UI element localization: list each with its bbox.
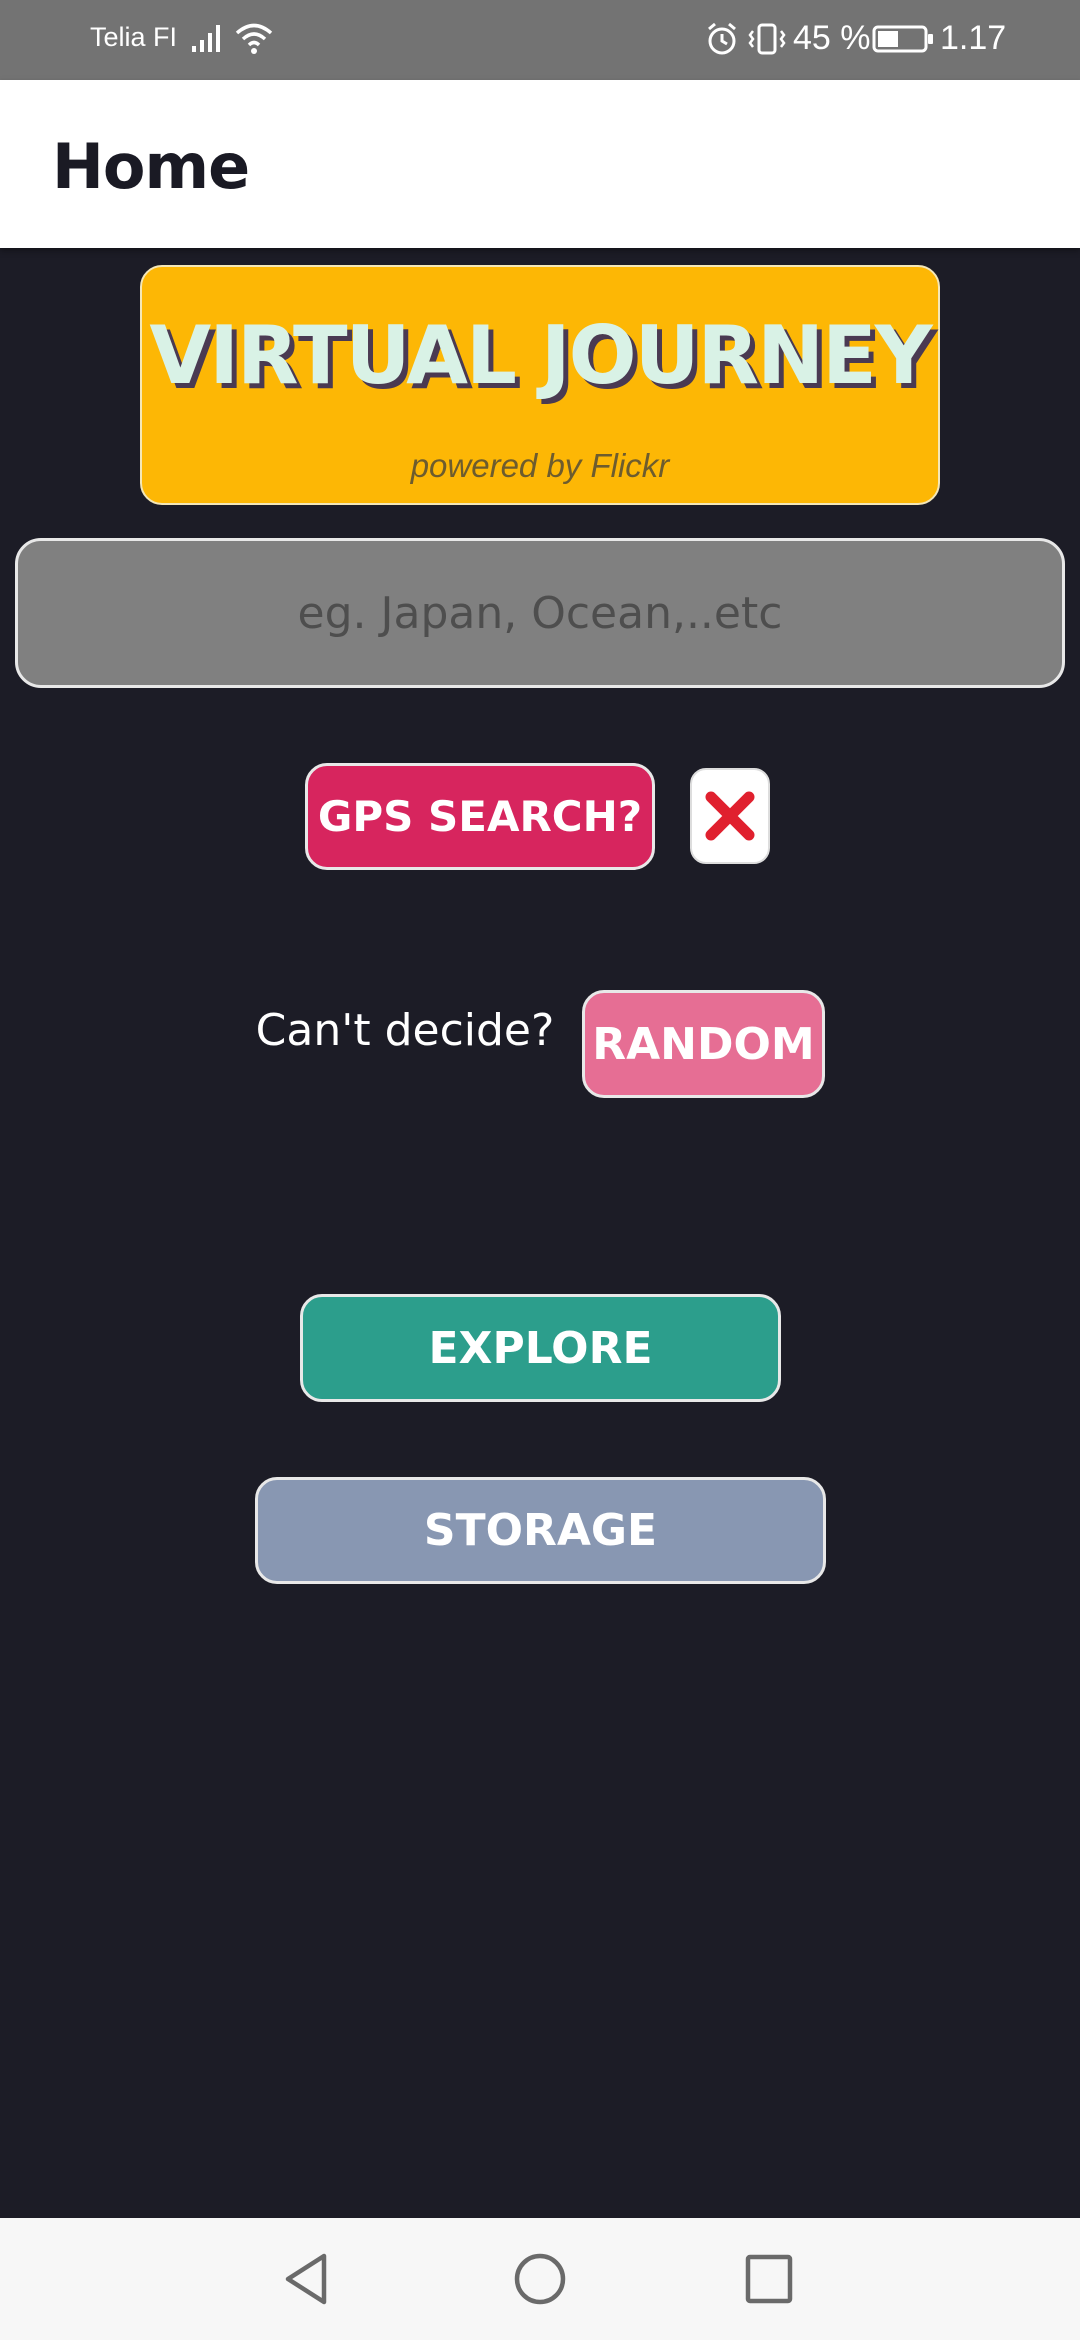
close-icon (705, 791, 755, 841)
back-icon[interactable] (282, 2252, 332, 2306)
clock-time: 1.17 (940, 19, 1007, 57)
system-navigation-bar (0, 2218, 1080, 2340)
carrier-name: Telia FI (90, 22, 178, 52)
cant-decide-label: Can't decide? (255, 1005, 555, 1056)
signal-icon (192, 25, 220, 52)
gps-search-button[interactable]: GPS SEARCH? (305, 763, 655, 870)
battery-percent: 45 % (793, 19, 871, 57)
alarm-icon (708, 22, 736, 55)
app-bar: Home (0, 80, 1080, 248)
page-title: Home (52, 130, 250, 203)
clear-gps-button[interactable] (690, 768, 770, 864)
status-bar: Telia FI 45 % 1.17 (0, 0, 1080, 80)
recents-icon[interactable] (745, 2254, 793, 2304)
random-button[interactable]: RANDOM (582, 990, 825, 1098)
explore-label: EXPLORE (428, 1322, 653, 1374)
home-icon[interactable] (513, 2252, 567, 2306)
explore-button[interactable]: EXPLORE (300, 1294, 781, 1402)
wifi-icon (235, 23, 273, 54)
vibrate-icon (748, 23, 786, 55)
storage-button[interactable]: STORAGE (255, 1477, 826, 1584)
banner-subtitle: powered by Flickr (410, 447, 670, 484)
battery-icon (872, 25, 933, 53)
app-logo-banner: VIRTUAL JOURNEY powered by Flickr (140, 265, 940, 505)
banner-title: VIRTUAL JOURNEY (149, 309, 932, 402)
search-input[interactable] (15, 538, 1065, 688)
gps-search-label: GPS SEARCH? (317, 792, 643, 841)
storage-label: STORAGE (423, 1505, 658, 1556)
home-screen: Telia FI 45 % 1.17 Home VIRTUAL JOURNEY … (0, 0, 1080, 2340)
random-label: RANDOM (592, 1018, 815, 1070)
